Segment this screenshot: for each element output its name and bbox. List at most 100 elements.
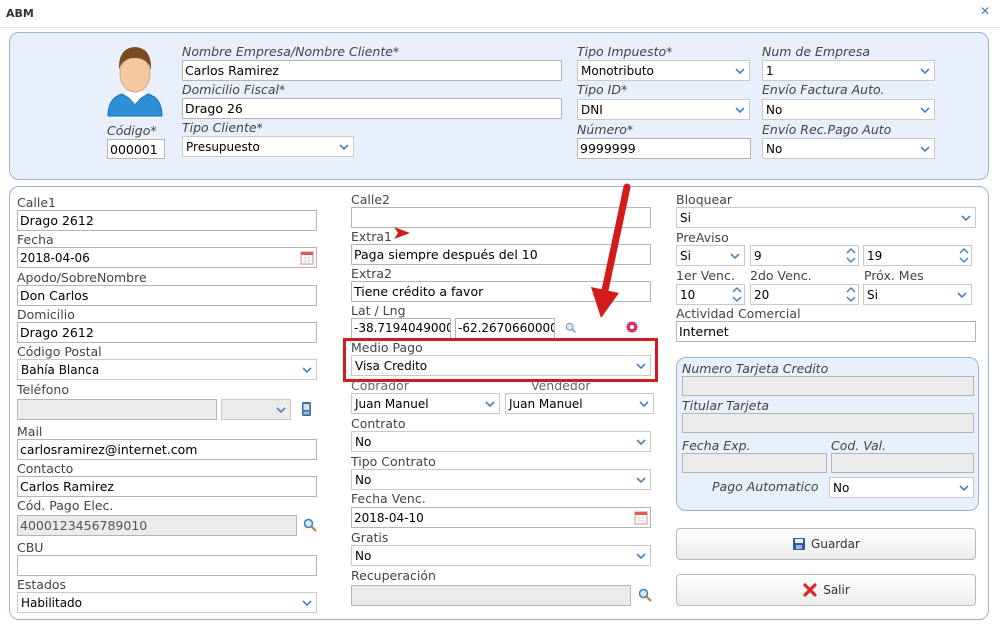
cobrador-select[interactable]: Juan Manuel: [351, 393, 500, 414]
calle1-field[interactable]: Drago 2612: [17, 210, 317, 231]
latlng-label: Lat / Lng: [351, 303, 406, 318]
extra1-label: Extra1: [351, 229, 392, 244]
pago-auto-select[interactable]: No: [829, 477, 974, 498]
codigo-field[interactable]: 000001: [107, 139, 165, 159]
fecha-field[interactable]: 2018-04-06: [17, 247, 317, 268]
bloquear-select[interactable]: Si: [676, 207, 976, 228]
tarjeta-fecha-exp-label: Fecha Exp.: [682, 438, 751, 453]
annotation-arrow-small: [394, 227, 410, 239]
vendedor-select[interactable]: Juan Manuel: [505, 393, 654, 414]
lng-field[interactable]: -62.2670660000: [455, 318, 555, 339]
chevron-down-icon: [302, 367, 312, 374]
domicilio-fiscal-field[interactable]: Drago 26: [182, 98, 562, 119]
prox-mes-select[interactable]: Si: [863, 284, 972, 305]
stepper-arrows-icon[interactable]: [731, 286, 743, 303]
nombre-field[interactable]: Carlos Ramirez: [182, 60, 562, 81]
mail-field[interactable]: carlosramirez@internet.com: [17, 439, 317, 460]
envio-recpago-label: Envío Rec.Pago Auto: [762, 122, 892, 137]
cbu-label: CBU: [17, 540, 44, 555]
calendar-icon[interactable]: [300, 250, 314, 265]
tarjeta-numero-label: Numero Tarjeta Credito: [682, 361, 829, 376]
chevron-down-icon: [920, 146, 930, 153]
medio-pago-select[interactable]: Visa Credito: [351, 355, 651, 376]
tarjeta-cod-val-label: Cod. Val.: [831, 438, 887, 453]
fecha-venc-field[interactable]: 2018-04-10: [351, 507, 651, 528]
codigo-postal-label: Código Postal: [17, 344, 102, 359]
telefono-label: Teléfono: [17, 382, 69, 397]
tipo-id-label: Tipo ID*: [577, 82, 628, 97]
guardar-button[interactable]: Guardar: [676, 528, 976, 560]
tipo-id-value: DNI: [581, 103, 603, 117]
medio-pago-value: Visa Credito: [355, 359, 428, 373]
stepper-arrows-icon[interactable]: [845, 286, 857, 303]
envio-factura-value: No: [766, 103, 783, 117]
codigo-postal-select[interactable]: Bahía Blanca: [17, 359, 317, 380]
preaviso-stepper-1[interactable]: 9: [750, 245, 859, 266]
domicilio-field[interactable]: Drago 2612: [17, 322, 317, 343]
tipo-impuesto-value: Monotributo: [581, 64, 654, 78]
envio-factura-label: Envío Factura Auto.: [762, 82, 885, 97]
primer-venc-stepper[interactable]: 10: [676, 284, 745, 305]
domicilio-label: Domicilio: [17, 307, 75, 322]
cbu-field[interactable]: [17, 555, 317, 576]
numero-field[interactable]: 9999999: [577, 138, 751, 159]
gratis-select[interactable]: No: [351, 545, 651, 566]
tipo-cliente-select[interactable]: Presupuesto: [182, 136, 354, 157]
tarjeta-numero-field[interactable]: [682, 376, 974, 396]
tarjeta-cod-val-field[interactable]: [831, 453, 974, 473]
tarjeta-titular-label: Titular Tarjeta: [682, 398, 770, 413]
segundo-venc-stepper[interactable]: 20: [750, 284, 859, 305]
cobrador-label: Cobrador: [351, 378, 409, 393]
prox-mes-label: Próx. Mes: [864, 268, 924, 283]
chevron-down-icon: [636, 439, 646, 446]
contacto-field[interactable]: Carlos Ramirez: [17, 476, 317, 497]
tipo-id-select[interactable]: DNI: [577, 99, 750, 120]
stepper-arrows-icon[interactable]: [958, 247, 970, 264]
tipo-impuesto-select[interactable]: Monotributo: [577, 60, 750, 81]
window-titlebar: ABM ✕: [0, 0, 1000, 28]
calendar-icon[interactable]: [634, 510, 648, 525]
primer-venc-label: 1er Venc.: [676, 268, 735, 283]
gratis-label: Gratis: [351, 530, 389, 545]
estados-select[interactable]: Habilitado: [17, 592, 317, 613]
telefono-type-select[interactable]: [221, 399, 291, 420]
chevron-down-icon: [636, 553, 646, 560]
search-icon[interactable]: [565, 322, 577, 334]
bloquear-value: Si: [680, 211, 691, 225]
nombre-label: Nombre Empresa/Nombre Cliente*: [182, 44, 400, 59]
tipo-contrato-select[interactable]: No: [351, 469, 651, 490]
apodo-field[interactable]: Don Carlos: [17, 285, 317, 306]
search-icon[interactable]: [303, 518, 317, 532]
preaviso-select[interactable]: Si: [676, 245, 745, 266]
contrato-select[interactable]: No: [351, 431, 651, 452]
salir-button[interactable]: Salir: [676, 574, 976, 606]
tarjeta-fecha-exp-field[interactable]: [682, 453, 827, 473]
envio-factura-select[interactable]: No: [762, 99, 935, 120]
save-icon: [793, 538, 806, 550]
mail-label: Mail: [17, 424, 43, 439]
preaviso-stepper-2[interactable]: 19: [863, 245, 972, 266]
tipo-contrato-value: No: [355, 473, 372, 487]
fecha-value: 2018-04-06: [20, 251, 90, 265]
envio-recpago-select[interactable]: No: [762, 138, 935, 159]
close-icon[interactable]: ✕: [978, 4, 992, 22]
num-empresa-select[interactable]: 1: [762, 60, 935, 81]
recuperacion-label: Recuperación: [351, 568, 436, 583]
cod-pago-field[interactable]: 4000123456789010: [17, 515, 297, 536]
stepper-arrows-icon[interactable]: [845, 247, 857, 264]
segundo-venc-label: 2do Venc.: [750, 268, 812, 283]
tarjeta-titular-field[interactable]: [682, 413, 974, 433]
telefono-field[interactable]: [17, 399, 217, 420]
recuperacion-field[interactable]: [351, 585, 631, 606]
lat-field[interactable]: -38.7194049000: [351, 318, 451, 339]
chevron-down-icon: [730, 253, 740, 260]
search-icon[interactable]: [638, 588, 652, 602]
contrato-value: No: [355, 435, 372, 449]
segundo-venc-value: 20: [754, 288, 770, 302]
codigo-postal-value: Bahía Blanca: [21, 363, 100, 377]
annotation-arrow-large: [591, 183, 631, 318]
calle1-label: Calle1: [17, 195, 56, 210]
phone-icon[interactable]: [299, 401, 315, 417]
contacto-label: Contacto: [17, 461, 74, 476]
actividad-field[interactable]: Internet: [676, 321, 976, 342]
